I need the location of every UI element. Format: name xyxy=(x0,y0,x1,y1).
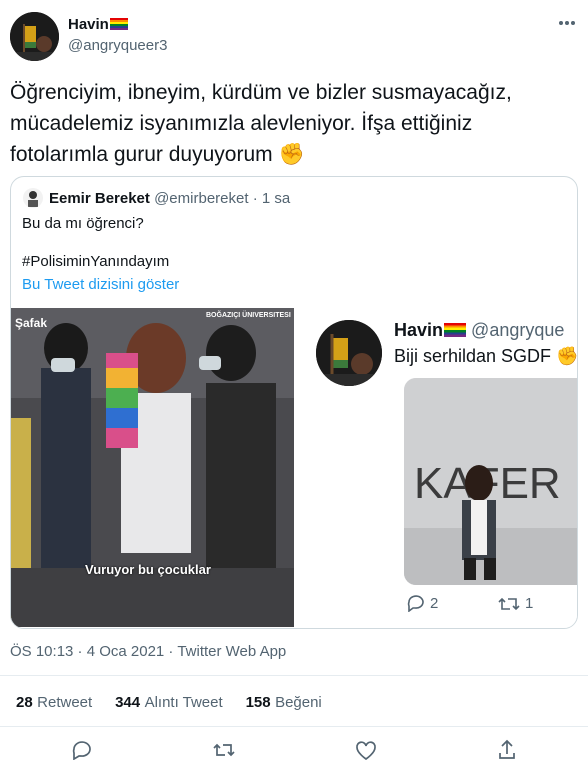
like-count: 158 xyxy=(245,694,271,711)
author-avatar[interactable] xyxy=(10,12,59,61)
raised-fist-emoji: ✊ xyxy=(556,346,577,366)
retweet-icon[interactable] xyxy=(497,595,521,613)
quoted-text: Bu da mı öğrenci? xyxy=(22,215,144,232)
quote-count: 344 xyxy=(115,694,141,711)
avatar-image xyxy=(316,320,382,386)
inner-author-handle: @angryque xyxy=(471,320,565,340)
tweet-text: Öğrenciyim, ibneyim, kürdüm ve bizler su… xyxy=(10,77,580,170)
avatar-image xyxy=(28,191,38,207)
more-icon[interactable] xyxy=(558,20,576,26)
quoted-author-name: Eemir Bereket xyxy=(49,190,150,207)
inner-author-avatar xyxy=(316,320,382,386)
stats-row: 28 Retweet 344 Alıntı Tweet 158 Beğeni xyxy=(16,694,322,712)
inner-author-name: Havin xyxy=(394,320,444,340)
quoted-author-handle: @emirbereket xyxy=(154,190,249,207)
retweet-count: 28 xyxy=(16,694,33,711)
tweet-timestamp[interactable]: ÖS 10:13 · 4 Oca 2021 · Twitter Web App xyxy=(10,643,286,660)
retweet-stat[interactable]: 28 Retweet xyxy=(16,694,92,711)
like-label: Beğeni xyxy=(275,694,322,711)
share-icon[interactable] xyxy=(497,739,517,761)
show-thread-link[interactable]: Bu Tweet dizisini göster xyxy=(22,276,179,293)
inner-tweet-text: Biji serhildan SGDF xyxy=(394,346,552,366)
divider xyxy=(0,675,588,676)
video-watermark-left: Şafak xyxy=(15,316,48,330)
quoted-author-avatar xyxy=(23,188,43,208)
quote-stat[interactable]: 344 Alıntı Tweet xyxy=(115,694,223,711)
like-icon[interactable] xyxy=(355,741,377,761)
retweet-label: Retweet xyxy=(37,694,93,711)
quote-label: Alıntı Tweet xyxy=(144,694,223,711)
divider xyxy=(0,726,588,727)
reply-icon[interactable] xyxy=(71,740,93,760)
author-handle[interactable]: @angryqueer3 xyxy=(68,37,167,54)
inner-tweet[interactable]: Havin @angryque Biji serhildan SGDF ✊ KA… xyxy=(294,308,577,627)
video-frame xyxy=(11,308,294,627)
avatar-image xyxy=(10,12,59,61)
quoted-video[interactable]: Şafak BOĞAZIÇI ÜNIVERSITESI Vuruyor bu ç… xyxy=(11,308,294,627)
video-watermark-right: BOĞAZIÇI ÜNIVERSITESI xyxy=(206,312,291,319)
retweet-icon[interactable] xyxy=(212,741,236,759)
quoted-hashtag[interactable]: #PolisiminYanındayım xyxy=(22,253,169,270)
inner-reply-count: 2 xyxy=(430,595,439,612)
tweet-text-line: mücadelemiz isyanımızla alevleniyor. İfş… xyxy=(10,112,473,135)
tweet-text-line: fotolarımla gurur duyuyorum xyxy=(10,143,273,166)
quoted-time: · 1 sa xyxy=(252,190,291,207)
rainbow-flag-icon xyxy=(444,323,467,337)
quoted-tweet[interactable]: Eemir Bereket @emirbereket · 1 sa Bu da … xyxy=(10,176,578,629)
video-caption: Vuruyor bu çocuklar xyxy=(85,562,211,577)
author-name-row[interactable]: Havin xyxy=(68,16,128,34)
like-stat[interactable]: 158 Beğeni xyxy=(246,694,322,711)
tweet-text-line: Öğrenciyim, ibneyim, kürdüm ve bizler su… xyxy=(10,81,512,104)
rainbow-flag-icon xyxy=(109,18,128,30)
inner-tweet-photo: KAFER xyxy=(404,378,577,585)
raised-fist-emoji: ✊ xyxy=(278,143,305,166)
inner-retweet-count: 1 xyxy=(525,595,534,612)
reply-icon[interactable] xyxy=(406,594,426,612)
photo-image: KAFER xyxy=(404,378,577,585)
author-name[interactable]: Havin xyxy=(68,16,109,33)
